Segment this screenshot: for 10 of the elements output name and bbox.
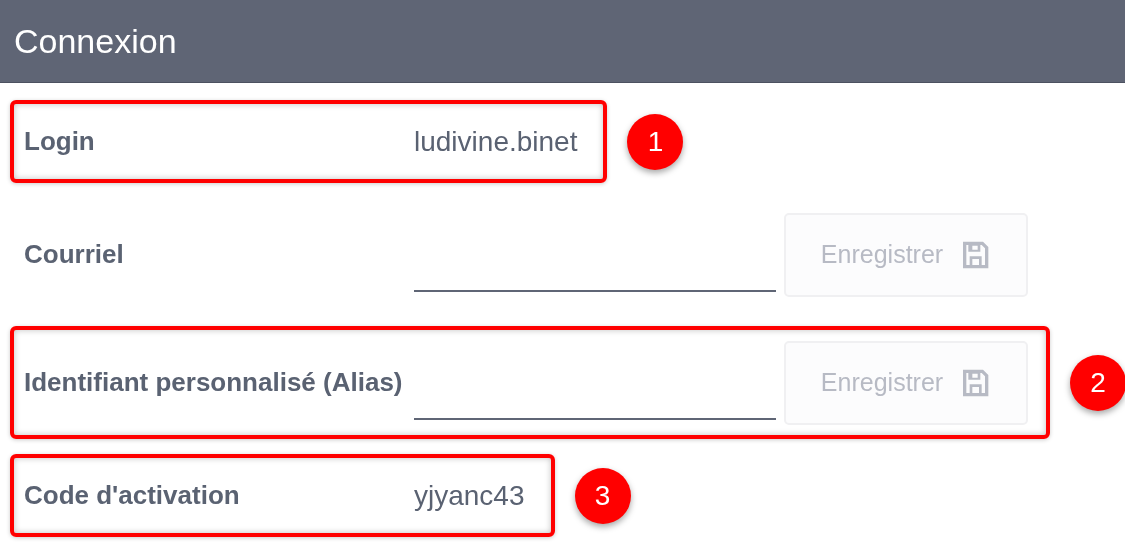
field-label: Code d'activation <box>24 479 241 513</box>
callout-number: 2 <box>1070 354 1125 411</box>
page-title: Connexion <box>14 21 177 61</box>
field-label: Identifiant personnalisé (Alias) <box>24 366 404 400</box>
callout-number: 3 <box>574 467 631 524</box>
field-label: Login <box>24 125 96 159</box>
field-value: yjyanc43 <box>414 479 525 512</box>
field-value: ludivine.binet <box>414 125 578 158</box>
field-label: Courriel <box>24 238 125 272</box>
callout-number: 1 <box>627 113 684 170</box>
